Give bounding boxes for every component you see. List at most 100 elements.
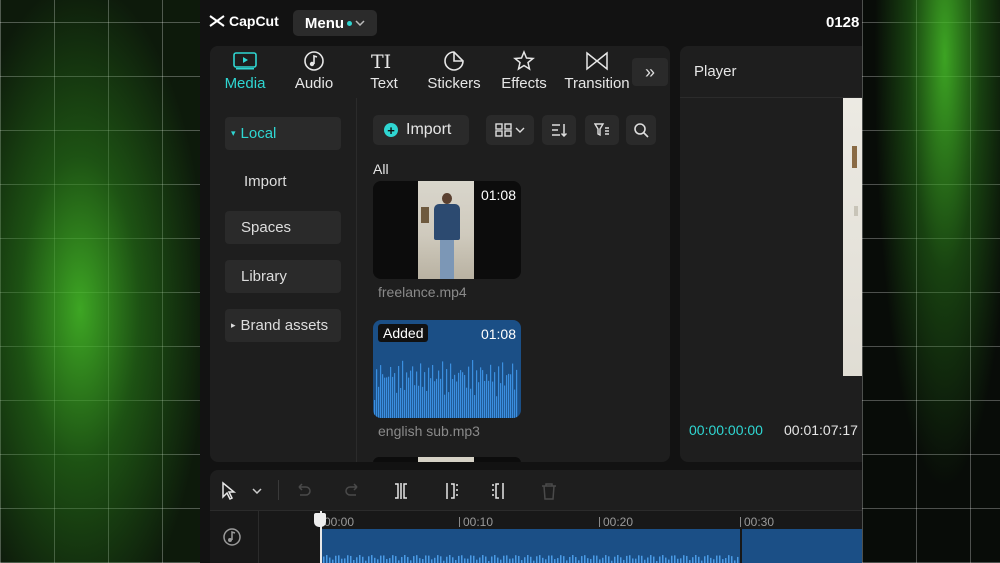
capcut-logo-icon: [209, 15, 225, 27]
audio-waveform: [374, 360, 518, 418]
split-button[interactable]: [390, 480, 412, 502]
playhead-handle[interactable]: [314, 513, 326, 527]
background-right: [862, 0, 1000, 563]
media-panel: Media Audio TI Text Stickers Effects Tra…: [210, 46, 670, 462]
player-preview[interactable]: [843, 98, 862, 376]
media-icon: [233, 52, 257, 70]
caret-down-icon: ▾: [231, 128, 236, 138]
redo-icon: [345, 483, 358, 496]
divider: [680, 97, 862, 98]
project-name[interactable]: 0128: [826, 14, 859, 31]
audio-track-icon[interactable]: [222, 527, 242, 547]
tab-text[interactable]: TI Text: [349, 50, 419, 96]
search-icon: [634, 123, 649, 138]
person-legs: [440, 240, 454, 279]
tab-label: Effects: [501, 75, 547, 92]
tab-bar: Media Audio TI Text Stickers Effects Tra…: [210, 46, 670, 96]
video-thumbnail: [418, 181, 474, 279]
media-item-video[interactable]: 01:08: [373, 181, 521, 279]
sidebar-item-import[interactable]: Import: [225, 165, 360, 198]
media-duration: 01:08: [480, 187, 516, 203]
section-label-all: All: [373, 161, 389, 177]
import-button[interactable]: + Import: [373, 115, 469, 145]
player-panel: Player 00:00:00:00 00:01:07:17: [680, 46, 862, 462]
timeline-tick: 00:20: [603, 515, 634, 529]
grid-view-icon: [495, 123, 525, 137]
sidebar-item-brand-assets[interactable]: ▸ Brand assets: [225, 309, 341, 342]
menu-label: Menu: [304, 14, 345, 32]
undo-button[interactable]: [292, 480, 314, 502]
filter-button[interactable]: [585, 115, 619, 145]
chevron-down-icon: [252, 488, 262, 494]
transition-icon: [586, 51, 608, 71]
delete-icon: [542, 483, 556, 500]
audio-clip[interactable]: [320, 529, 740, 563]
text-icon: TI: [371, 51, 391, 71]
media-item-partial[interactable]: [373, 457, 521, 462]
preview-frame: [852, 146, 857, 168]
tab-label: Media: [224, 75, 266, 92]
media-filename: english sub.mp3: [378, 423, 480, 439]
tab-transition[interactable]: Transition: [559, 50, 635, 96]
tab-effects[interactable]: Effects: [489, 50, 559, 96]
media-filename: freelance.mp4: [378, 284, 467, 300]
split-right-button[interactable]: [488, 480, 510, 502]
chevron-double-right-icon: »: [644, 61, 655, 82]
sidebar-item-local[interactable]: ▾ Local: [225, 117, 341, 150]
menu-button[interactable]: Menu: [293, 10, 377, 36]
capcut-window: CapCut Menu 0128 Media Audio TI Text Sti…: [200, 0, 862, 563]
timeline-panel: 00:00 00:10 00:20 00:30: [210, 470, 862, 563]
app-logo-text: CapCut: [229, 13, 279, 29]
audio-icon: [304, 51, 324, 71]
media-sidebar: ▾ Local Import Spaces Library ▸ Brand as…: [210, 98, 357, 462]
media-item-audio[interactable]: Added 01:08: [373, 320, 521, 418]
media-content: + Import All 01:08 freelance.mp4 Added 0…: [358, 98, 670, 462]
tab-label: Audio: [294, 75, 334, 92]
timeline-tick: 00:00: [324, 515, 355, 529]
search-button[interactable]: [626, 115, 656, 145]
total-time: 00:01:07:17: [784, 422, 858, 438]
sidebar-item-library[interactable]: Library: [225, 260, 341, 293]
select-icon: [222, 481, 237, 501]
player-title: Player: [694, 63, 737, 80]
sort-button[interactable]: [542, 115, 576, 145]
sort-icon: [552, 124, 567, 137]
timeline-toolbar: [210, 470, 862, 511]
svg-text:TI: TI: [371, 51, 391, 71]
tab-label: Transition: [564, 75, 630, 92]
media-duration: 01:08: [480, 326, 516, 342]
tab-audio[interactable]: Audio: [279, 50, 349, 96]
timeline-tick: 00:30: [744, 515, 775, 529]
clip-waveform: [320, 555, 739, 563]
tab-media[interactable]: Media: [210, 50, 280, 96]
redo-button[interactable]: [342, 480, 364, 502]
sidebar-item-spaces[interactable]: Spaces: [225, 211, 341, 244]
plus-icon: +: [384, 123, 398, 137]
more-tabs-button[interactable]: »: [632, 58, 668, 86]
tab-stickers[interactable]: Stickers: [419, 50, 489, 96]
partial-thumbnail: [418, 457, 474, 462]
tab-label: Text: [370, 75, 398, 92]
sidebar-item-label: Library: [241, 268, 287, 285]
sidebar-item-label: Import: [244, 173, 287, 190]
person-body: [434, 204, 460, 240]
stickers-icon: [444, 51, 464, 71]
background-left: [0, 0, 200, 563]
select-mode-dropdown[interactable]: [246, 480, 268, 502]
split-icon: [395, 483, 407, 499]
undo-icon: [298, 483, 311, 496]
select-tool-button[interactable]: [218, 480, 240, 502]
chevron-down-icon: [355, 20, 365, 26]
delete-button[interactable]: [538, 480, 560, 502]
top-bar: CapCut Menu 0128: [200, 0, 862, 44]
audio-clip[interactable]: [742, 529, 862, 563]
view-mode-button[interactable]: [486, 115, 534, 145]
effects-icon: [513, 50, 535, 71]
app-logo: CapCut: [209, 13, 279, 29]
split-left-button[interactable]: [440, 480, 462, 502]
tab-label: Stickers: [427, 75, 481, 92]
tick-mark: [459, 517, 460, 527]
sidebar-item-label: Local: [240, 125, 277, 142]
timeline-tracks: 00:00 00:10 00:20 00:30: [210, 511, 862, 563]
track-header: [210, 511, 259, 563]
